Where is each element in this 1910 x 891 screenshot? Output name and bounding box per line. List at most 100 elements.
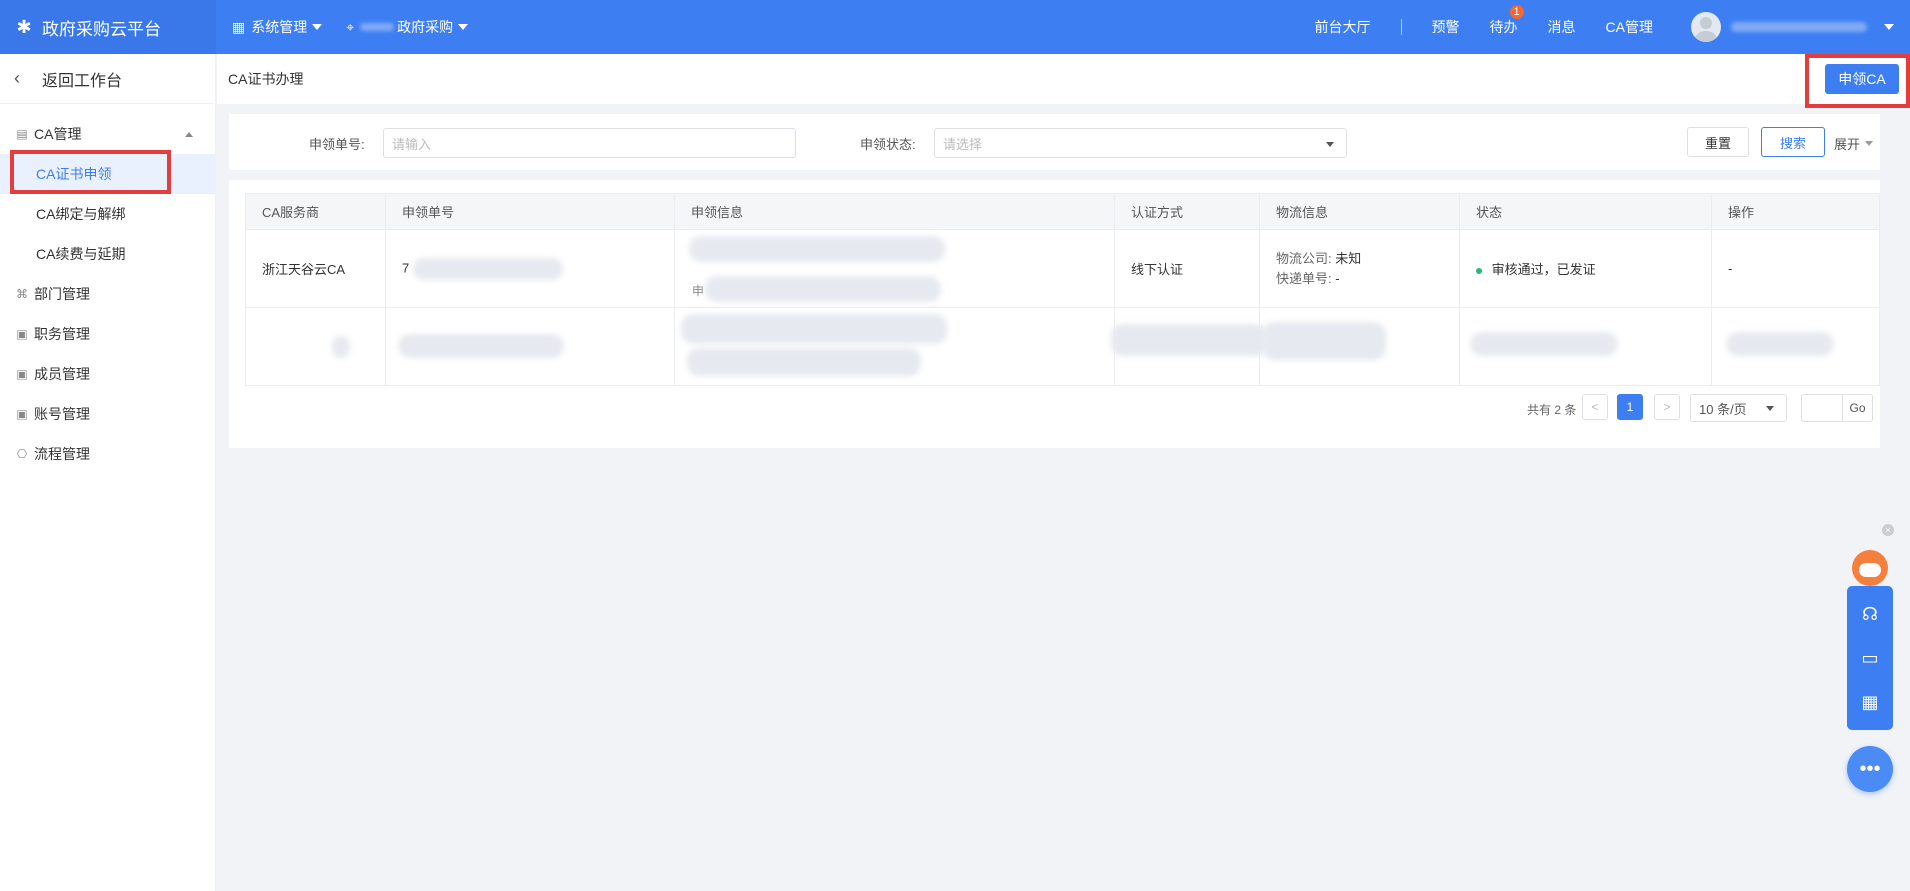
org-name-redacted	[360, 23, 395, 31]
go-button[interactable]: Go	[1842, 395, 1872, 421]
cell-action	[1711, 307, 1880, 386]
sidebar-item-process[interactable]: ⎔ 流程管理	[0, 434, 215, 474]
sidebar-item-ca-bind[interactable]: CA绑定与解绑	[0, 194, 215, 234]
page-jump[interactable]: Go	[1801, 394, 1873, 422]
next-page-button[interactable]: >	[1654, 394, 1680, 420]
back-label: 返回工作台	[42, 72, 123, 90]
todo-badge: 1	[1509, 5, 1524, 19]
back-to-workbench[interactable]: ‹ 返回工作台	[0, 54, 215, 104]
redacted-logistics	[1262, 322, 1386, 360]
status-dot-icon	[1476, 267, 1482, 274]
col-auth-method: 认证方式	[1114, 193, 1260, 230]
tracking-line: 快递单号: -	[1276, 269, 1459, 289]
apply-ca-button[interactable]: 申领CA	[1825, 64, 1899, 94]
ca-management-link[interactable]: CA管理	[1606, 17, 1653, 37]
workflow-icon: ⎔	[16, 447, 28, 461]
todo-label: 待办	[1489, 19, 1518, 35]
logistics-company-value: 未知	[1335, 250, 1362, 266]
logistics-company-line: 物流公司: 未知	[1276, 249, 1459, 269]
sidebar-item-label: 流程管理	[34, 446, 90, 462]
chevron-left-icon: ‹	[14, 68, 20, 88]
divider	[1400, 19, 1402, 35]
top-right-links: 前台大厅 预警 待办 1 消息 CA管理	[1315, 0, 1910, 54]
avatar[interactable]	[1691, 12, 1721, 42]
sidebar-item-member[interactable]: ▣ 成员管理	[0, 354, 215, 394]
system-menu[interactable]: ▦ 系统管理	[232, 17, 323, 37]
sidebar-item-label: 账号管理	[34, 406, 90, 422]
search-button[interactable]: 搜索	[1761, 127, 1825, 157]
ca-table: CA服务商 申领单号 申领信息 认证方式 物流信息 状态 操作 浙江天谷云CA …	[245, 193, 1880, 386]
filter-card: 申领单号: 请输入 申领状态: 请选择 重置 搜索 展开	[229, 114, 1880, 170]
headset-icon[interactable]: ☊	[1858, 602, 1882, 626]
cell-logistics	[1259, 307, 1460, 386]
sidebar-item-ca-apply[interactable]: CA证书申领	[0, 154, 215, 194]
page-size-select[interactable]: 10 条/页	[1690, 394, 1787, 422]
expand-toggle[interactable]: 展开	[1834, 134, 1874, 153]
floating-toolbar: ☊ ▭ ▦	[1847, 586, 1893, 730]
chat-icon[interactable]: •••	[1847, 746, 1893, 792]
page-1-button[interactable]: 1	[1617, 394, 1643, 420]
location-pin-icon: ⌖	[346, 18, 355, 35]
org-menu-label: 政府采购	[397, 19, 454, 35]
grid-icon: ▦	[232, 18, 246, 35]
page-title: CA证书办理	[228, 71, 304, 87]
todo-link[interactable]: 待办 1	[1489, 5, 1524, 37]
order-number-input[interactable]: 请输入	[383, 128, 796, 158]
sidebar-item-label: 职务管理	[34, 326, 90, 342]
cell-auth-method	[1111, 307, 1267, 386]
logistics-company-label: 物流公司:	[1276, 250, 1332, 266]
certificate-icon: ▤	[16, 127, 28, 141]
redacted-provider	[332, 336, 350, 358]
page-size-label: 10 条/页	[1699, 401, 1747, 417]
brand-title: 政府采购云平台	[42, 19, 161, 39]
cell-apply-info	[674, 307, 1115, 386]
table-row	[245, 307, 1880, 386]
col-status: 状态	[1459, 193, 1712, 230]
apply-status-select[interactable]: 请选择	[934, 128, 1347, 158]
chevron-down-icon	[1326, 142, 1334, 147]
sidebar: ‹ 返回工作台 ▤ CA管理 CA证书申领 CA绑定与解绑 CA续费与延期 ⌘ …	[0, 54, 216, 891]
sidebar-item-department[interactable]: ⌘ 部门管理	[0, 274, 215, 314]
tracking-value: -	[1335, 270, 1340, 286]
member-card-icon: ▣	[16, 367, 28, 381]
alert-link[interactable]: 预警	[1432, 17, 1460, 37]
table-header-row: CA服务商 申领单号 申领信息 认证方式 物流信息 状态 操作	[245, 193, 1880, 230]
sidebar-group-ca[interactable]: ▤ CA管理	[0, 114, 215, 154]
sidebar-item-position[interactable]: ▣ 职务管理	[0, 314, 215, 354]
order-number-placeholder: 请输入	[392, 136, 432, 152]
chevron-down-icon	[458, 24, 469, 30]
cell-order-number: 7	[385, 229, 675, 308]
dashboard-icon[interactable]: ▭	[1858, 646, 1882, 670]
mascot-icon[interactable]	[1852, 550, 1888, 586]
tracking-label: 快递单号:	[1276, 270, 1332, 286]
cell-provider	[245, 307, 386, 386]
redacted-action	[1726, 332, 1834, 356]
col-order-number: 申领单号	[385, 193, 675, 230]
org-menu[interactable]: ⌖ 政府采购	[346, 17, 469, 37]
lobby-link[interactable]: 前台大厅	[1315, 17, 1371, 37]
col-apply-info: 申领信息	[674, 193, 1115, 230]
pagination-total: 共有 2 条	[1527, 403, 1577, 417]
cell-auth-method: 线下认证	[1114, 229, 1260, 308]
redacted-order-number	[398, 334, 564, 358]
redacted-status	[1470, 332, 1618, 356]
page-header: CA证书办理	[217, 54, 1910, 104]
col-action: 操作	[1711, 193, 1880, 230]
apply-status-placeholder: 请选择	[943, 136, 983, 152]
message-link[interactable]: 消息	[1548, 17, 1576, 37]
chevron-down-icon	[312, 24, 323, 30]
cell-logistics: 物流公司: 未知 快递单号: -	[1259, 229, 1460, 308]
close-icon[interactable]: ×	[1882, 524, 1894, 536]
sidebar-item-ca-renew[interactable]: CA续费与延期	[0, 234, 215, 274]
account-card-icon: ▣	[16, 407, 28, 421]
prev-page-button[interactable]: <	[1582, 394, 1608, 420]
sidebar-item-account[interactable]: ▣ 账号管理	[0, 394, 215, 434]
cell-order-number	[385, 307, 675, 386]
username-redacted[interactable]	[1731, 22, 1867, 32]
chevron-down-icon[interactable]	[1884, 24, 1894, 30]
brand[interactable]: ✱ 政府采购云平台	[0, 0, 216, 54]
qr-code-icon[interactable]: ▦	[1858, 690, 1882, 714]
cell-status: 审核通过，已发证	[1459, 229, 1712, 308]
cell-status	[1459, 307, 1712, 386]
reset-button[interactable]: 重置	[1687, 127, 1749, 157]
